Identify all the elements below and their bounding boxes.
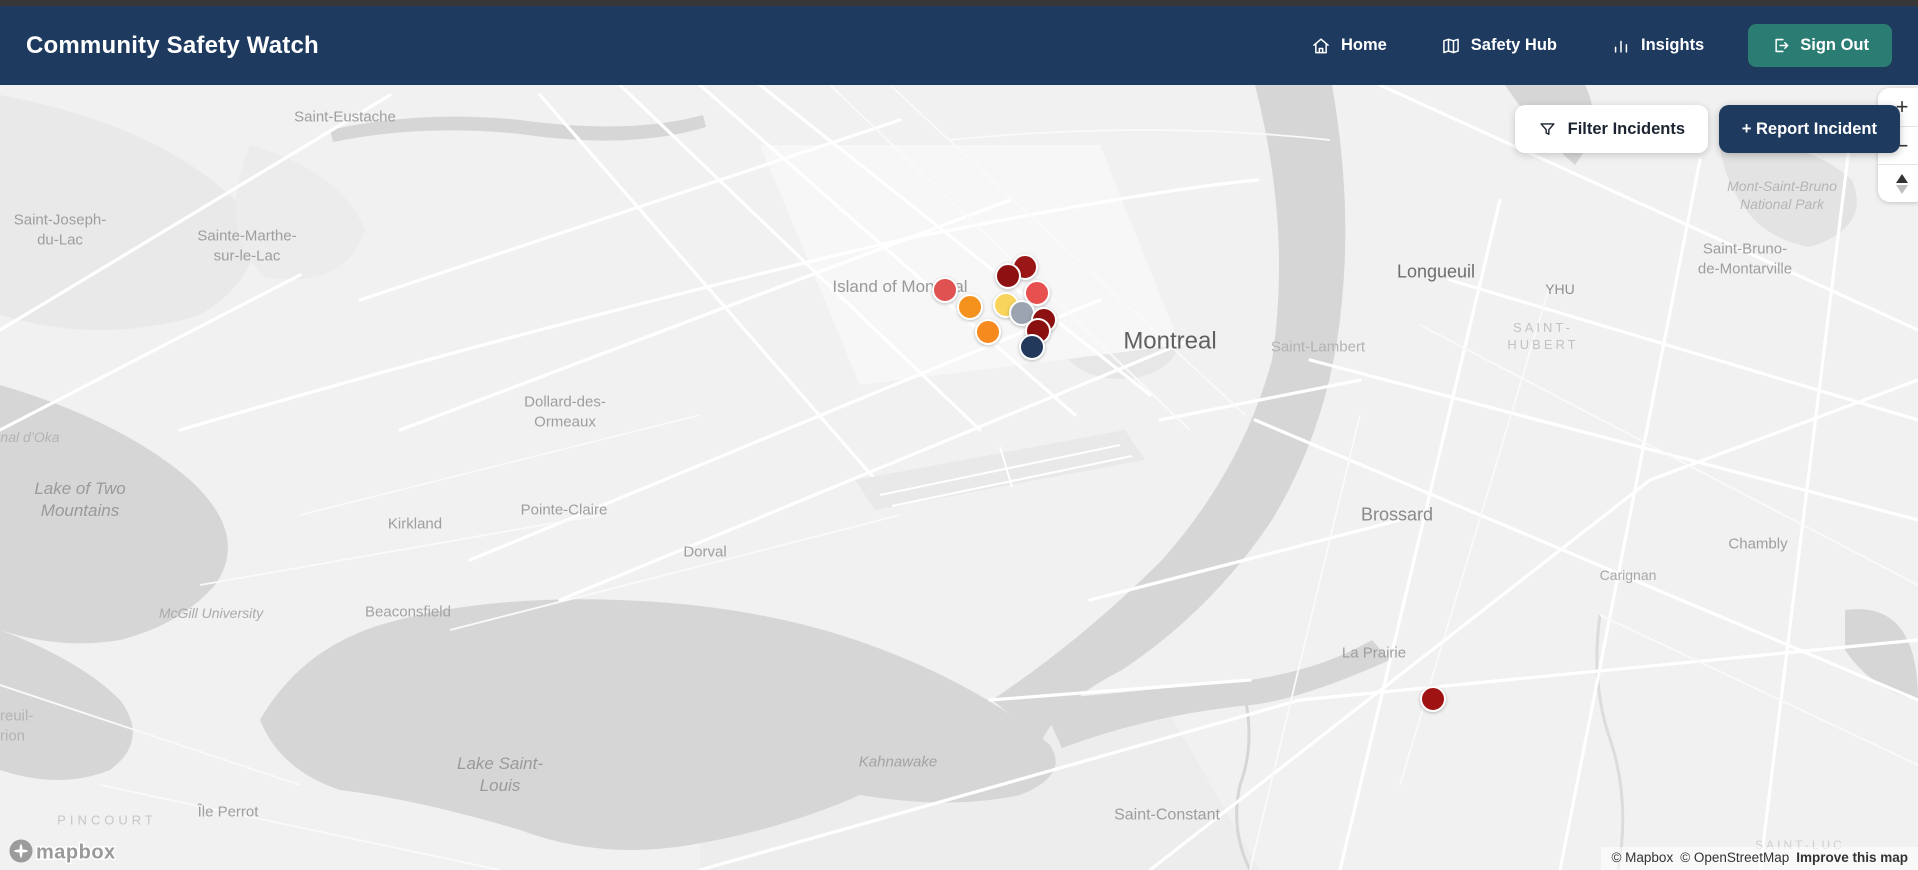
nav-item-label: Home bbox=[1340, 36, 1387, 54]
nav-item-label: Insights bbox=[1640, 36, 1705, 54]
mapbox-logo[interactable]: mapbox bbox=[8, 837, 116, 865]
map-canvas[interactable]: Saint-Eustache Saint-Joseph- du-Lac Sainte… bbox=[0, 85, 1918, 870]
sign-out-button[interactable]: Sign Out bbox=[1748, 24, 1892, 67]
nav-item-safety-hub[interactable]: Safety Hub bbox=[1441, 36, 1557, 56]
incident-marker[interactable] bbox=[995, 263, 1021, 289]
svg-text:mapbox: mapbox bbox=[36, 842, 116, 864]
nav-item-home[interactable]: Home bbox=[1311, 36, 1387, 56]
map-icon bbox=[1442, 38, 1459, 53]
incident-marker[interactable] bbox=[932, 277, 958, 303]
nav-item-label: Safety Hub bbox=[1470, 36, 1557, 54]
filter-incidents-label: Filter Incidents bbox=[1567, 119, 1685, 138]
chart-icon bbox=[1614, 40, 1628, 53]
report-incident-button[interactable]: + Report Incident bbox=[1718, 105, 1900, 153]
nav-item-insights[interactable]: Insights bbox=[1611, 36, 1704, 56]
pitch-toggle-button[interactable] bbox=[1878, 164, 1918, 202]
map-basemap bbox=[0, 85, 1918, 870]
home-icon bbox=[1313, 37, 1329, 53]
page-title: Community Safety Watch bbox=[26, 31, 319, 59]
incident-marker[interactable] bbox=[1019, 334, 1045, 360]
sign-out-label: Sign Out bbox=[1800, 36, 1869, 54]
report-incident-label: + Report Incident bbox=[1741, 119, 1877, 138]
pitch-arrows-icon bbox=[1896, 173, 1908, 194]
filter-incidents-button[interactable]: Filter Incidents bbox=[1514, 105, 1708, 153]
map-attribution: © Mapbox © OpenStreetMap Improve this ma… bbox=[1601, 847, 1918, 870]
incident-marker[interactable] bbox=[975, 319, 1001, 345]
sign-out-icon bbox=[1775, 38, 1789, 53]
attribution-mapbox-link[interactable]: © Mapbox bbox=[1611, 850, 1673, 865]
main-nav: Home Safety Hub Insights bbox=[1311, 36, 1704, 56]
attribution-osm-link[interactable]: © OpenStreetMap bbox=[1680, 850, 1789, 865]
attribution-improve-link[interactable]: Improve this map bbox=[1796, 850, 1908, 865]
app-header: Community Safety Watch Home Safety Hub Ins… bbox=[0, 6, 1918, 85]
incident-marker[interactable] bbox=[957, 294, 983, 320]
funnel-icon bbox=[1540, 122, 1555, 135]
incident-marker[interactable] bbox=[1420, 686, 1446, 712]
